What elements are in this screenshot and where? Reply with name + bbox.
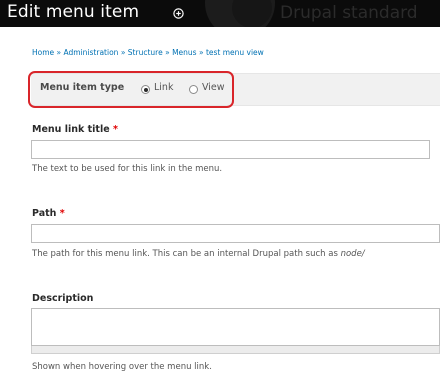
menu-link-title-help: The text to be used for this link in the…	[32, 164, 223, 174]
breadcrumb-link-menus[interactable]: Menus	[172, 48, 197, 57]
radio-view-label[interactable]: View	[202, 82, 225, 93]
path-input[interactable]	[31, 224, 440, 243]
path-label-text: Path	[32, 208, 57, 219]
menu-item-type-label: Menu item type	[40, 82, 125, 93]
breadcrumb-separator: »	[120, 48, 126, 57]
menu-link-title-input[interactable]	[31, 140, 430, 159]
radio-link[interactable]	[141, 85, 150, 94]
breadcrumb-separator: »	[198, 48, 204, 57]
site-name-background: Drupal standard	[280, 3, 418, 23]
textarea-resize-grip[interactable]	[31, 346, 440, 354]
breadcrumb-link-administration[interactable]: Administration	[64, 48, 119, 57]
add-shortcut-icon[interactable]	[173, 8, 184, 19]
radio-link-label[interactable]: Link	[154, 82, 173, 93]
menu-link-title-label-text: Menu link title	[32, 124, 110, 135]
breadcrumb-link-home[interactable]: Home	[32, 48, 54, 57]
required-marker: *	[112, 124, 118, 135]
menu-link-title-label: Menu link title *	[32, 124, 118, 135]
path-help-example: node/	[340, 249, 365, 259]
path-help-text: The path for this menu link. This can be…	[32, 249, 338, 259]
page-header: Drupal standard Edit menu item	[0, 0, 440, 27]
breadcrumb: Home » Administration » Structure » Menu…	[32, 48, 264, 57]
breadcrumb-separator: »	[56, 48, 62, 57]
path-label: Path *	[32, 208, 65, 219]
description-textarea[interactable]	[31, 308, 440, 346]
breadcrumb-separator: »	[165, 48, 170, 57]
radio-view[interactable]	[189, 85, 198, 94]
path-help: The path for this menu link. This can be…	[32, 249, 365, 259]
required-marker: *	[59, 208, 65, 219]
description-label: Description	[32, 293, 94, 304]
description-help: Shown when hovering over the menu link.	[32, 362, 212, 372]
breadcrumb-link-menu[interactable]: test menu view	[206, 48, 264, 57]
breadcrumb-link-structure[interactable]: Structure	[128, 48, 163, 57]
page-title: Edit menu item	[7, 2, 140, 22]
